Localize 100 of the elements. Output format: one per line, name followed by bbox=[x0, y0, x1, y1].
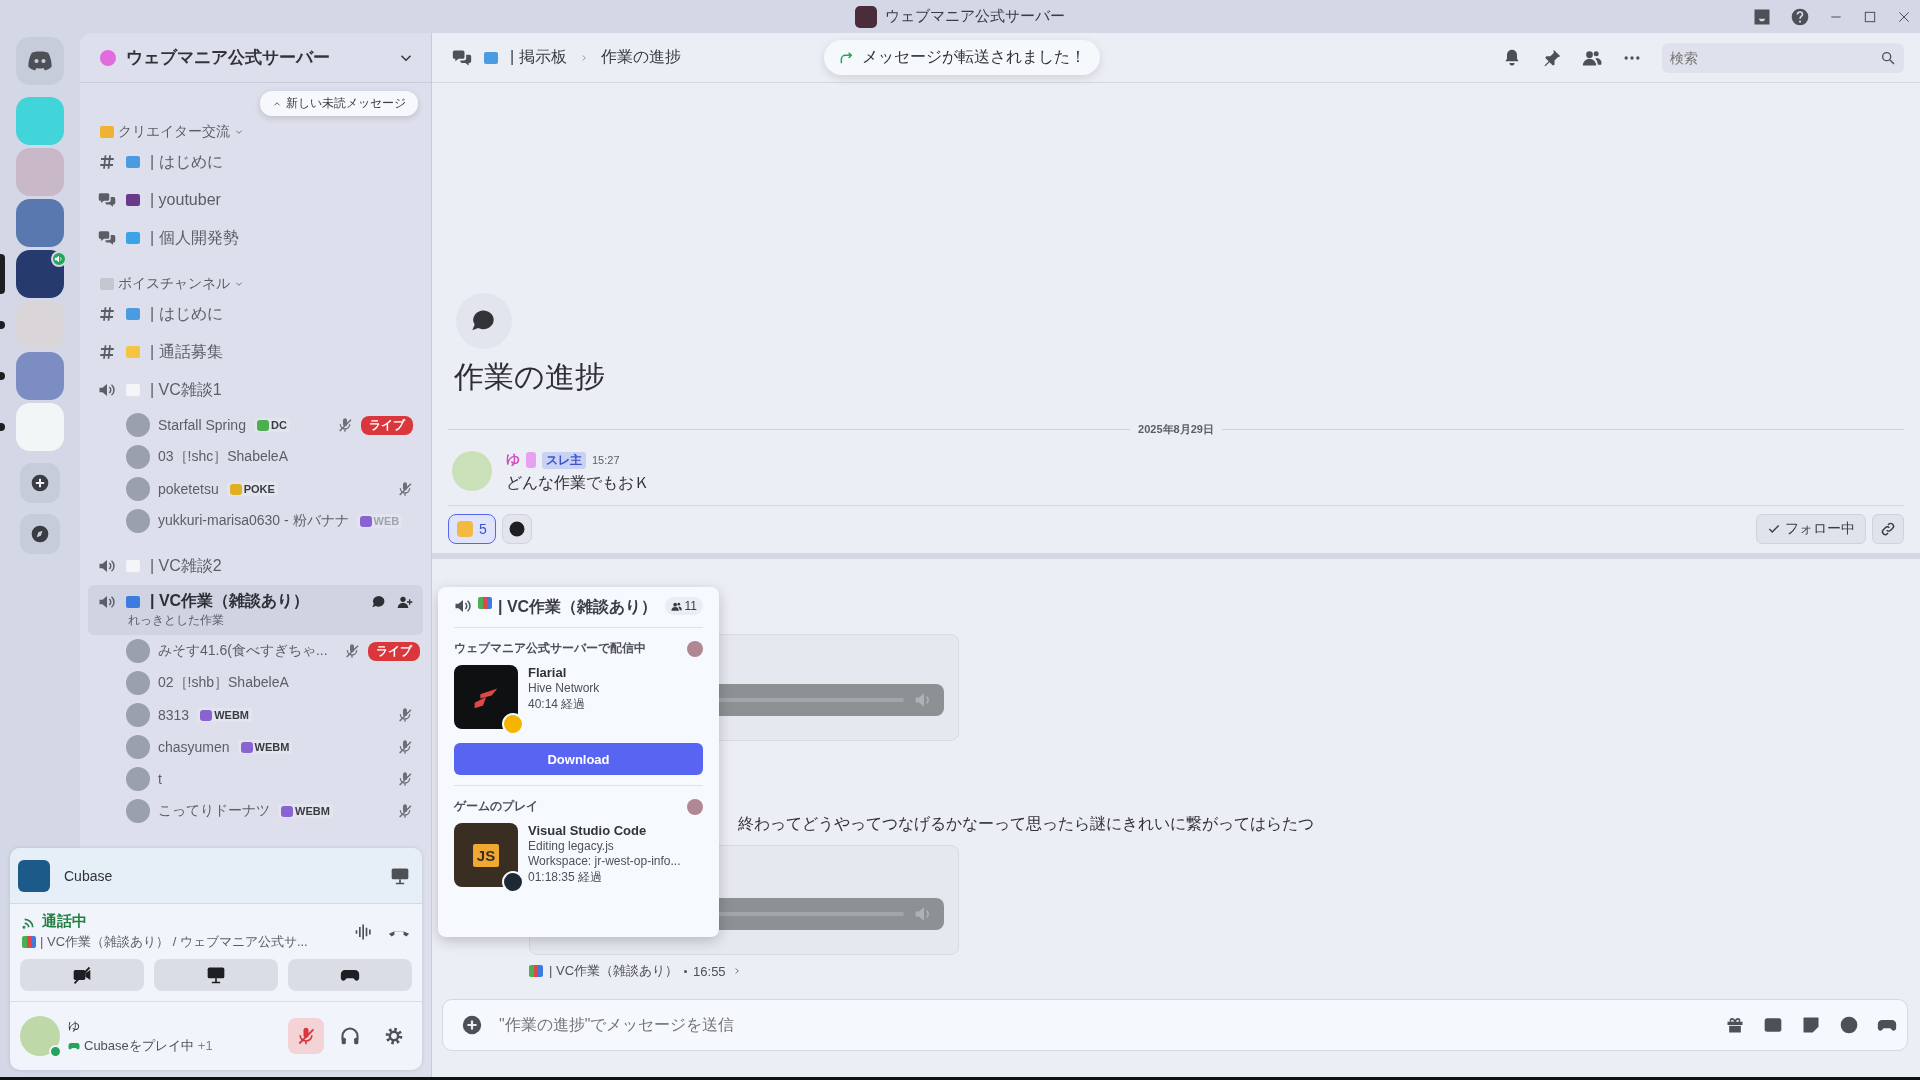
activity-detail: Workspace: jr-west-op-info... bbox=[528, 854, 681, 868]
popup-title: | VC作業（雑談あり） bbox=[498, 597, 659, 617]
home-button[interactable] bbox=[16, 37, 64, 85]
channel-item[interactable]: | VC雑談2 bbox=[88, 547, 423, 585]
add-server-button[interactable] bbox=[20, 463, 60, 503]
compass-icon bbox=[30, 524, 50, 544]
forward-arrow-icon bbox=[838, 49, 854, 66]
member-name[interactable]: yukkuri-marisa0630 - 粉バナナ bbox=[158, 512, 349, 530]
camera-off-icon bbox=[72, 965, 92, 985]
member-name[interactable]: 8313 bbox=[158, 707, 190, 723]
thread-link[interactable]: | VC作業（雑談あり） bbox=[549, 962, 679, 980]
channel-name: | VC雑談2 bbox=[150, 555, 223, 576]
member-tag: WEBM bbox=[197, 708, 252, 722]
breadcrumb-item[interactable]: | 掲示板 bbox=[510, 47, 567, 68]
channel-name: | youtuber bbox=[150, 191, 222, 209]
user-avatar[interactable] bbox=[20, 1016, 60, 1056]
member-tag: WEB bbox=[356, 514, 403, 528]
channel-item[interactable]: | 通話募集 bbox=[88, 333, 423, 371]
member-name[interactable]: poketetsu bbox=[158, 481, 219, 497]
hash-icon bbox=[98, 305, 116, 323]
category-label[interactable]: ボイスチャンネル bbox=[118, 275, 230, 293]
avatar bbox=[126, 509, 150, 533]
member-name[interactable]: みそす41.6(食べすぎちゃ... bbox=[158, 642, 328, 660]
reaction-button[interactable]: 5 bbox=[448, 514, 496, 544]
mic-off-icon bbox=[296, 1026, 316, 1046]
plus-icon[interactable] bbox=[461, 1014, 483, 1036]
channel-item-selected[interactable]: | VC作業（雑談あり） れっきとした作業 bbox=[88, 585, 423, 635]
avatar bbox=[126, 477, 150, 501]
avatar bbox=[126, 703, 150, 727]
copy-link-button[interactable] bbox=[1872, 514, 1904, 544]
speaker-icon bbox=[98, 381, 116, 399]
member-count: 11 bbox=[664, 597, 703, 615]
author-name[interactable]: ゆ bbox=[506, 451, 520, 469]
section-heading: ゲームのプレイ bbox=[454, 798, 539, 815]
file-type-label: JS bbox=[472, 843, 500, 867]
channel-item[interactable]: | VC雑談1 bbox=[88, 371, 423, 409]
activity-button[interactable] bbox=[288, 959, 412, 991]
breadcrumb-item[interactable]: 作業の進捗 bbox=[600, 47, 681, 68]
add-reaction-button[interactable] bbox=[501, 514, 532, 544]
screen-share-icon bbox=[206, 965, 226, 985]
follow-button[interactable]: フォロー中 bbox=[1756, 514, 1866, 544]
user-name: ゆ bbox=[68, 1017, 81, 1035]
headphones-icon bbox=[340, 1026, 360, 1046]
download-button[interactable]: Download bbox=[454, 743, 703, 775]
avatar bbox=[687, 640, 703, 657]
activity-detail: Hive Network bbox=[528, 681, 600, 695]
explore-button[interactable] bbox=[20, 514, 60, 554]
avatar bbox=[126, 413, 150, 437]
voice-status[interactable]: 通話中 bbox=[42, 912, 87, 931]
gift-icon[interactable] bbox=[1725, 1015, 1745, 1035]
section-heading: ウェブマニア公式サーバーで配信中 bbox=[454, 640, 647, 657]
server-icon[interactable] bbox=[16, 250, 64, 298]
sticker-icon[interactable] bbox=[1801, 1015, 1821, 1035]
category-label[interactable]: クリエイター交流 bbox=[118, 123, 230, 141]
check-icon bbox=[1767, 522, 1781, 536]
live-badge: ライブ bbox=[367, 641, 420, 661]
message-input[interactable]: "作業の進捗"でメッセージを送信 bbox=[497, 1015, 1711, 1035]
channel-name: | 通話募集 bbox=[150, 341, 224, 362]
pin-icon[interactable] bbox=[1542, 47, 1562, 68]
member-tag: WEBM bbox=[278, 804, 333, 818]
settings-icon bbox=[384, 1026, 404, 1046]
channel-name: | はじめに bbox=[150, 303, 224, 324]
member-name[interactable]: Starfall Spring bbox=[158, 417, 246, 433]
live-badge: ライブ bbox=[361, 415, 413, 435]
search-input[interactable]: 検索 bbox=[1662, 42, 1904, 73]
member-name[interactable]: 03［!shc］ShabeleA bbox=[158, 448, 288, 466]
people-icon bbox=[670, 600, 682, 612]
avatar bbox=[126, 767, 150, 791]
help-icon[interactable] bbox=[1790, 6, 1810, 27]
activity-detail: 40:14 経過 bbox=[528, 696, 587, 713]
camera-button[interactable] bbox=[20, 959, 144, 991]
post-title: 作業の進捗 bbox=[454, 359, 606, 395]
avatar bbox=[687, 798, 703, 815]
mute-button[interactable] bbox=[288, 1018, 324, 1054]
channel-item[interactable]: | はじめに bbox=[88, 143, 423, 181]
server-name[interactable]: ウェブマニア公式サーバー bbox=[126, 46, 387, 69]
bullet-dot bbox=[684, 969, 688, 973]
message-text: 終わってどうやってつなげるかなーって思ったら謎にきれいに繋がってはらたつ bbox=[738, 814, 1315, 834]
message-composer[interactable]: "作業の進捗"でメッセージを送信 bbox=[442, 999, 1908, 1051]
member-name[interactable]: こってりドーナツ bbox=[158, 802, 270, 820]
member-name[interactable]: 02［!shb］ShabeleA bbox=[158, 674, 289, 692]
extra-count: +1 bbox=[197, 1038, 213, 1053]
unread-messages-toast[interactable]: 新しい未読メッセージ bbox=[260, 91, 418, 116]
channel-name: | VC雑談1 bbox=[150, 379, 223, 400]
hash-icon bbox=[98, 153, 116, 171]
activity-name: Cubase bbox=[64, 867, 114, 884]
chat-bubble-icon[interactable] bbox=[371, 593, 387, 610]
voice-channel-link[interactable]: | VC作業（雑談あり） / ウェブマニア公式サ... bbox=[40, 933, 308, 951]
forum-icon bbox=[98, 191, 116, 209]
member-name[interactable]: t bbox=[158, 771, 162, 787]
avatar bbox=[126, 735, 150, 759]
screen-share-button[interactable] bbox=[154, 959, 278, 991]
member-tag: WEBM bbox=[237, 740, 293, 754]
server-badge-icon bbox=[100, 49, 116, 66]
channel-item[interactable]: | 個人開発勢 bbox=[88, 219, 423, 257]
channel-item[interactable]: | youtuber bbox=[88, 181, 423, 219]
plus-icon bbox=[30, 473, 50, 493]
channel-item[interactable]: | はじめに bbox=[88, 295, 423, 333]
timestamp: 15:27 bbox=[592, 454, 620, 466]
member-name[interactable]: chasyumen bbox=[158, 739, 230, 755]
